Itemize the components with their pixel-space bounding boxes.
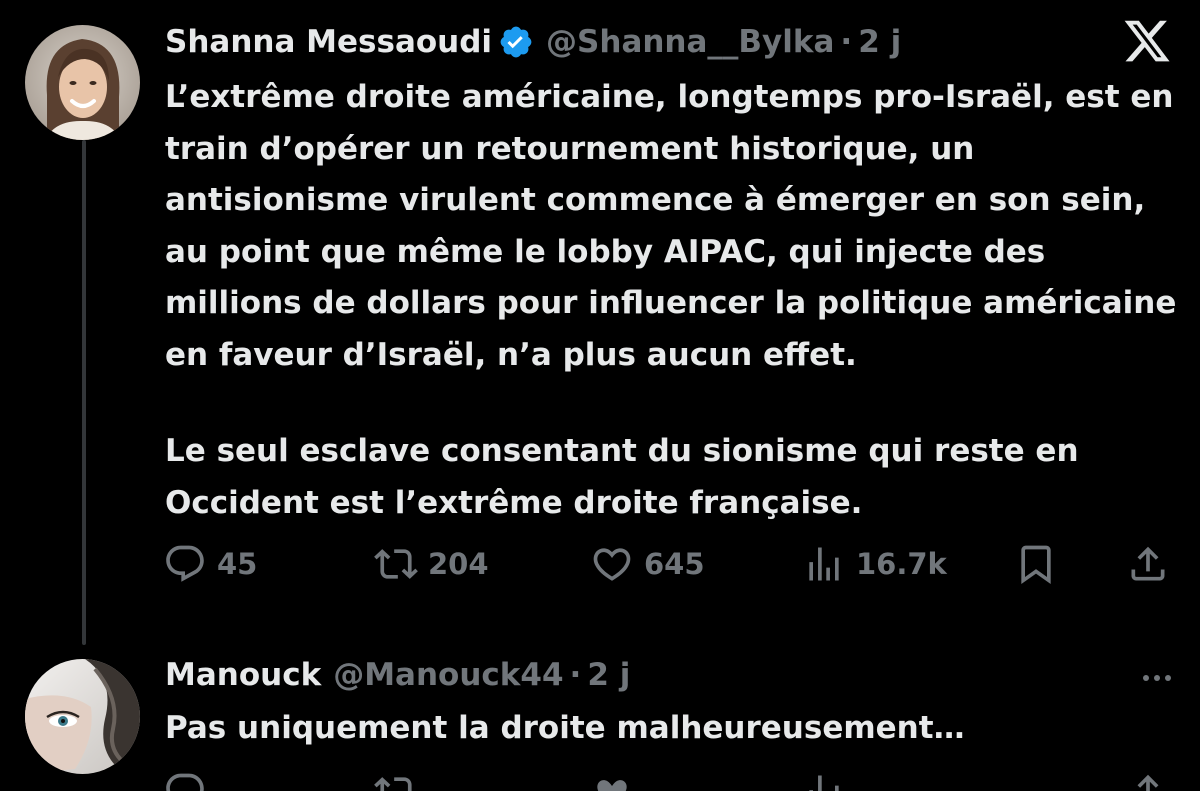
verified-badge-icon bbox=[498, 24, 534, 60]
reply-action-bar-partial bbox=[0, 770, 1200, 791]
reply-count: 45 bbox=[217, 547, 258, 581]
reply-text: Pas uniquement la droite malheureusement… bbox=[165, 710, 965, 746]
share-upload-icon bbox=[1126, 542, 1170, 586]
timestamp[interactable]: 2 j bbox=[858, 24, 901, 60]
tweet-action-bar: 45 204 645 16.7k bbox=[0, 540, 1200, 588]
reply-bubble-icon bbox=[163, 542, 207, 586]
author-name[interactable]: Shanna Messaoudi bbox=[165, 24, 492, 60]
reply-header: Manouck @Manouck44 · 2 j bbox=[165, 655, 630, 695]
share-button[interactable] bbox=[1126, 540, 1170, 588]
repost-count: 204 bbox=[428, 547, 489, 581]
tweet-header: Shanna Messaoudi @Shanna__Bylka · 2 j bbox=[165, 22, 901, 62]
views-button[interactable]: 16.7k bbox=[802, 540, 947, 588]
repost-arrows-icon[interactable] bbox=[374, 770, 418, 791]
bar-chart-icon[interactable] bbox=[802, 770, 846, 791]
heart-icon bbox=[590, 542, 634, 586]
reply-author-handle[interactable]: @Manouck44 bbox=[333, 657, 563, 693]
share-upload-icon[interactable] bbox=[1126, 770, 1170, 791]
reply-timestamp[interactable]: 2 j bbox=[587, 657, 630, 693]
repost-button[interactable]: 204 bbox=[374, 540, 489, 588]
tweet-text-paragraph-1: L’extrême droite américaine, longtemps p… bbox=[165, 79, 1177, 373]
bookmark-icon bbox=[1014, 542, 1058, 586]
separator-dot: · bbox=[840, 24, 853, 60]
heart-icon[interactable] bbox=[590, 770, 634, 791]
more-dots-icon[interactable] bbox=[1142, 670, 1172, 684]
bar-chart-icon bbox=[802, 542, 846, 586]
like-count: 645 bbox=[644, 547, 705, 581]
views-count: 16.7k bbox=[856, 547, 947, 581]
reply-separator-dot: · bbox=[569, 657, 582, 693]
x-logo-icon bbox=[1122, 16, 1172, 66]
author-handle[interactable]: @Shanna__Bylka bbox=[546, 24, 834, 60]
like-button[interactable]: 645 bbox=[590, 540, 705, 588]
repost-arrows-icon bbox=[374, 542, 418, 586]
tweet-text-paragraph-2: Le seul esclave consentant du sionisme q… bbox=[165, 433, 1079, 521]
reply-author-name[interactable]: Manouck bbox=[165, 657, 321, 693]
avatar-shanna[interactable] bbox=[25, 25, 140, 140]
bookmark-button[interactable] bbox=[1014, 540, 1058, 588]
reply-bubble-icon[interactable] bbox=[163, 770, 207, 791]
reply-button[interactable]: 45 bbox=[163, 540, 257, 588]
avatar-manouck[interactable] bbox=[25, 659, 140, 774]
